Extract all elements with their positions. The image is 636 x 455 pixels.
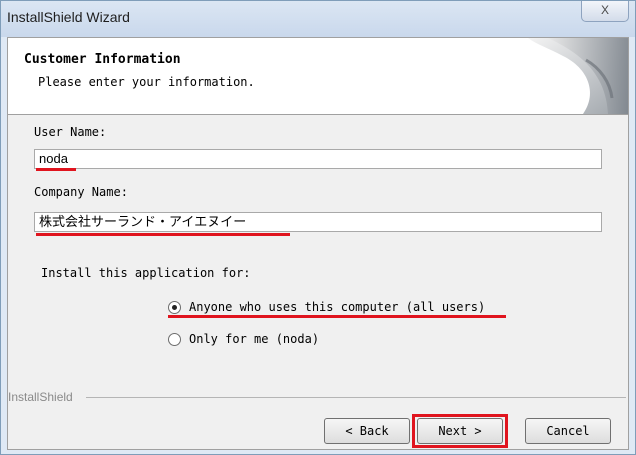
footer-divider (86, 397, 626, 398)
installshield-brand: InstallShield (8, 390, 73, 404)
page-subtitle: Please enter your information. (38, 75, 255, 89)
cancel-button[interactable]: Cancel (525, 418, 611, 444)
window-title: InstallShield Wizard (7, 9, 130, 25)
radio-option-only-me[interactable]: Only for me (noda) (168, 332, 319, 346)
title-bar[interactable]: InstallShield Wizard X (1, 1, 635, 37)
company-name-field[interactable]: 株式会社サーランド・アイエヌイー (34, 212, 602, 232)
install-for-label: Install this application for: (41, 266, 251, 280)
user-name-label: User Name: (34, 125, 107, 139)
wizard-header: Customer Information Please enter your i… (8, 38, 628, 115)
radio-label-only-me: Only for me (noda) (189, 332, 320, 346)
annotation-next-highlight (412, 414, 508, 448)
close-button[interactable]: X (581, 1, 629, 22)
wizard-panel: Customer Information Please enter your i… (7, 37, 629, 450)
radio-selected-icon[interactable] (168, 300, 181, 314)
page-title: Customer Information (24, 52, 181, 67)
annotation-underline-company-name (36, 233, 290, 236)
back-button[interactable]: < Back (324, 418, 410, 444)
company-name-label: Company Name: (34, 185, 128, 199)
radio-option-all-users[interactable]: Anyone who uses this computer (all users… (168, 300, 485, 314)
radio-label-all-users: Anyone who uses this computer (all users… (189, 300, 486, 314)
annotation-underline-user-name (36, 168, 76, 171)
installer-window: InstallShield Wizard X Customer Informat… (0, 0, 636, 455)
installshield-banner-icon (528, 38, 628, 114)
user-name-field[interactable]: noda (34, 149, 602, 169)
annotation-underline-all-users (168, 315, 506, 318)
radio-unselected-icon[interactable] (168, 332, 181, 346)
